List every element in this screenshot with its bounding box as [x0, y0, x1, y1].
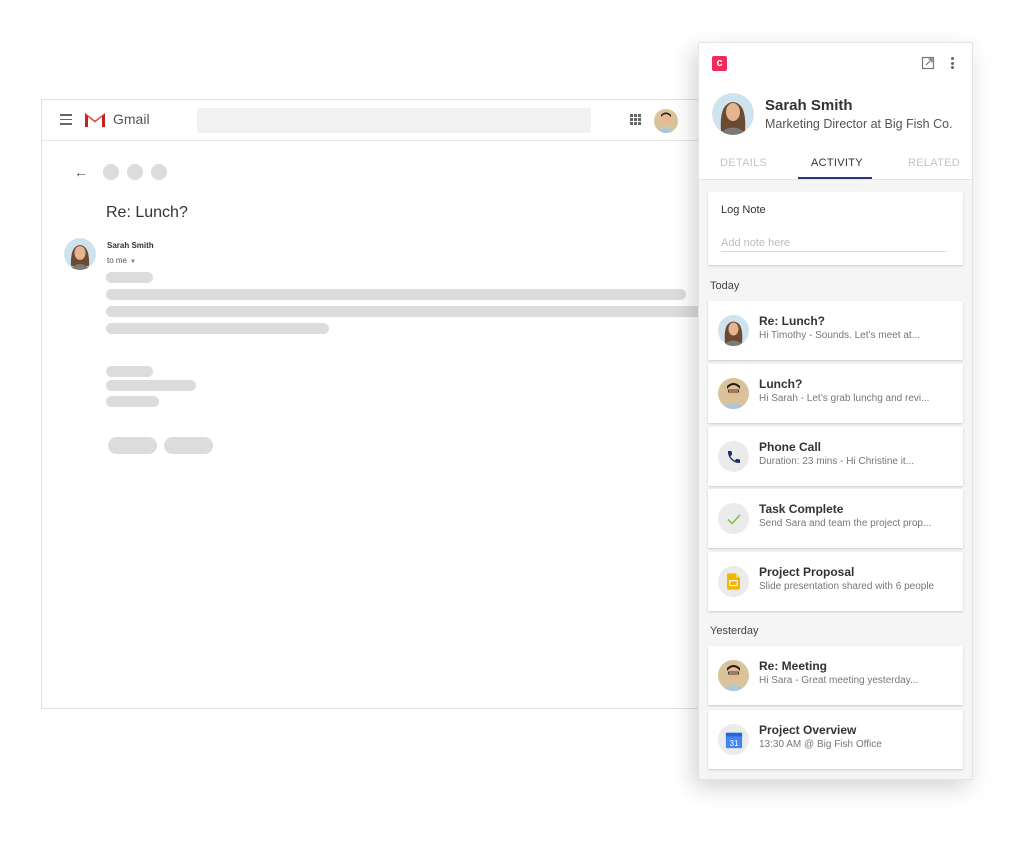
reply-button-placeholder[interactable]: [108, 437, 157, 454]
activity-item[interactable]: Re: Meeting Hi Sara - Great meeting yest…: [708, 646, 963, 705]
body-placeholder-line: [106, 289, 686, 300]
sender-avatar: [64, 238, 96, 270]
log-note-title: Log Note: [721, 204, 766, 216]
activity-title: Re: Meeting: [759, 659, 828, 673]
back-arrow-icon[interactable]: ←: [74, 164, 88, 180]
tab-related[interactable]: RELATED: [908, 157, 960, 169]
tab-activity[interactable]: ACTIVITY: [811, 157, 863, 169]
more-vertical-icon[interactable]: [949, 55, 955, 71]
gmail-header: Gmail: [42, 100, 720, 141]
brand-logo-icon: c: [712, 56, 727, 71]
activity-item[interactable]: Phone Call Duration: 23 mins - Hi Christ…: [708, 427, 963, 486]
activity-item[interactable]: Re: Lunch? Hi Timothy - Sounds. Let’s me…: [708, 301, 963, 360]
activity-title: Project Proposal: [759, 565, 855, 579]
log-note-input[interactable]: [721, 234, 946, 252]
avatar-timothy-icon: [718, 660, 749, 691]
activity-title: Re: Lunch?: [759, 314, 825, 328]
tab-details[interactable]: DETAILS: [720, 157, 767, 169]
activity-title: Lunch?: [759, 377, 803, 391]
section-label-today: Today: [710, 280, 740, 292]
section-label-yesterday: Yesterday: [710, 625, 759, 637]
apps-grid-icon[interactable]: [630, 114, 641, 125]
hamburger-menu-icon[interactable]: [60, 114, 72, 125]
google-slides-icon: [718, 566, 749, 597]
open-in-new-icon[interactable]: [921, 56, 935, 70]
recipient-label: to me: [107, 256, 128, 265]
avatar-sarah-icon: [718, 315, 749, 346]
toolbar-action-placeholder[interactable]: [103, 164, 119, 180]
caret-down-icon: ▼: [130, 259, 136, 265]
activity-subtitle: Slide presentation shared with 6 people: [759, 581, 935, 592]
contact-name: Sarah Smith: [765, 97, 853, 114]
activity-subtitle: Duration: 23 mins - Hi Christine it...: [759, 456, 915, 467]
activity-item[interactable]: Lunch? Hi Sarah - Let’s grab lunchg and …: [708, 364, 963, 423]
panel-header: c Sarah Smith Marketing Director at Big …: [699, 43, 972, 180]
log-note-card: Log Note: [708, 192, 963, 265]
activity-item[interactable]: Task Complete Send Sara and team the pro…: [708, 489, 963, 548]
activity-subtitle: Hi Sara - Great meeting yesterday...: [759, 675, 919, 686]
contact-title: Marketing Director at Big Fish Co.: [765, 117, 953, 131]
gmail-app-name: Gmail: [113, 111, 150, 127]
activity-title: Task Complete: [759, 502, 844, 516]
search-bar[interactable]: [197, 108, 591, 133]
toolbar-action-placeholder[interactable]: [151, 164, 167, 180]
activity-subtitle: Send Sara and team the project prop...: [759, 518, 932, 529]
activity-title: Phone Call: [759, 440, 822, 454]
email-subject: Re: Lunch?: [106, 204, 188, 221]
recipient-dropdown[interactable]: to me ▼: [107, 256, 136, 265]
body-placeholder-line: [106, 323, 329, 334]
gmail-logo-icon[interactable]: [84, 111, 106, 128]
active-tab-indicator: [798, 177, 872, 179]
body-placeholder-line: [106, 306, 706, 317]
signature-placeholder-line: [106, 380, 196, 391]
activity-subtitle: 13:30 AM @ Big Fish Office: [759, 739, 882, 750]
activity-item[interactable]: 31 Project Overview 13:30 AM @ Big Fish …: [708, 710, 963, 769]
body-placeholder-line: [106, 272, 153, 283]
forward-button-placeholder[interactable]: [164, 437, 213, 454]
google-calendar-icon: 31: [718, 724, 749, 755]
phone-icon: [718, 441, 749, 472]
toolbar-action-placeholder[interactable]: [127, 164, 143, 180]
activity-title: Project Overview: [759, 723, 857, 737]
account-avatar[interactable]: [654, 109, 678, 133]
signature-placeholder-line: [106, 396, 159, 407]
avatar-timothy-icon: [718, 378, 749, 409]
sender-name: Sarah Smith: [107, 241, 154, 250]
calendar-day-number: 31: [729, 738, 738, 747]
activity-subtitle: Hi Timothy - Sounds. Let’s meet at...: [759, 330, 920, 341]
signature-placeholder-line: [106, 366, 153, 377]
checkmark-icon: [718, 503, 749, 534]
activity-subtitle: Hi Sarah - Let’s grab lunchg and revi...: [759, 393, 930, 404]
crm-side-panel: c Sarah Smith Marketing Director at Big …: [698, 42, 973, 780]
activity-item[interactable]: Project Proposal Slide presentation shar…: [708, 552, 963, 611]
gmail-window: Gmail ← Re: Lunch? Sarah Smith to me ▼: [41, 99, 721, 709]
contact-avatar: [712, 93, 754, 135]
